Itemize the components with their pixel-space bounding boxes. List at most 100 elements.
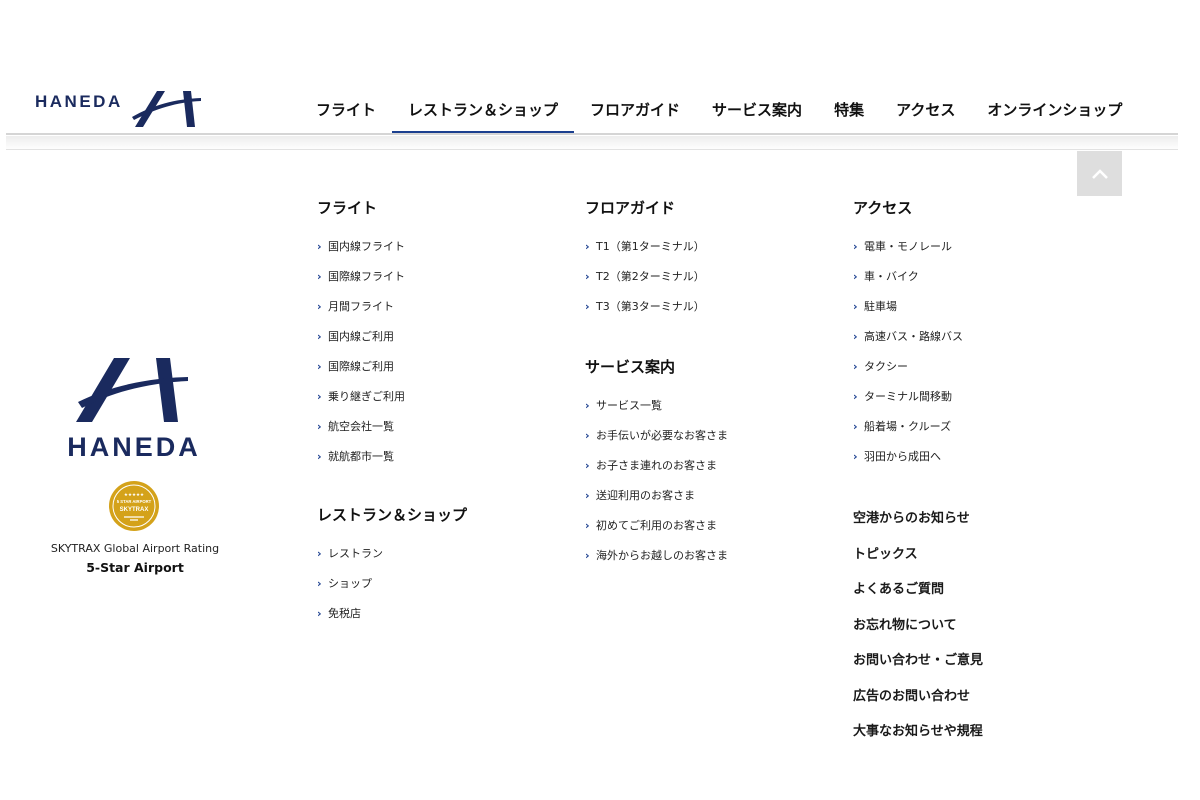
- access-heading[interactable]: アクセス: [853, 198, 983, 218]
- menu-col-flight: フライト › 国内線フライト › 国際線フライト › 月間フライト › 国内線ご利用 ›…: [317, 198, 467, 629]
- chevron-up-icon: [1091, 168, 1108, 179]
- svg-text:HANEDA: HANEDA: [35, 92, 123, 111]
- rating-caption: SKYTRAX Global Airport Rating: [50, 542, 220, 555]
- restaurant-link[interactable]: › レストラン: [317, 539, 467, 569]
- chevron-right-icon: ›: [585, 399, 590, 412]
- chevron-right-icon: ›: [853, 270, 858, 283]
- chevron-right-icon: ›: [317, 547, 322, 560]
- chevron-right-icon: ›: [585, 240, 590, 253]
- info-link-faq[interactable]: よくあるご質問: [853, 580, 983, 616]
- chevron-right-icon: ›: [853, 450, 858, 463]
- svg-text:5 STAR AIRPORT: 5 STAR AIRPORT: [117, 499, 152, 504]
- haneda-header-logo[interactable]: HANEDA: [35, 87, 205, 133]
- chevron-right-icon: ›: [853, 330, 858, 343]
- restaurant-link[interactable]: › ショップ: [317, 569, 467, 599]
- service-link[interactable]: › お子さま連れのお客さま: [585, 451, 728, 481]
- chevron-right-icon: ›: [853, 390, 858, 403]
- floor-link[interactable]: › T1（第1ターミナル）: [585, 232, 728, 262]
- nav-service[interactable]: サービス案内: [696, 84, 818, 134]
- flight-list: › 国内線フライト › 国際線フライト › 月間フライト › 国内線ご利用 › 国際線ご利…: [317, 232, 467, 472]
- info-link-advertising[interactable]: 広告のお問い合わせ: [853, 687, 983, 723]
- nav-access[interactable]: アクセス: [880, 84, 971, 134]
- chevron-right-icon: ›: [317, 450, 322, 463]
- service-link[interactable]: › 初めてご利用のお客さま: [585, 511, 728, 541]
- chevron-right-icon: ›: [585, 429, 590, 442]
- info-link-contact[interactable]: お問い合わせ・ご意見: [853, 651, 983, 687]
- floor-list: › T1（第1ターミナル） › T2（第2ターミナル） › T3（第3ターミナル）: [585, 232, 728, 322]
- floor-link[interactable]: › T3（第3ターミナル）: [585, 292, 728, 322]
- chevron-right-icon: ›: [317, 360, 322, 373]
- haneda-logo-mark-icon: HANEDA: [67, 358, 198, 462]
- chevron-right-icon: ›: [317, 240, 322, 253]
- chevron-right-icon: ›: [317, 607, 322, 620]
- chevron-right-icon: ›: [585, 270, 590, 283]
- flight-link[interactable]: › 月間フライト: [317, 292, 467, 322]
- svg-text:SKYTRAX: SKYTRAX: [120, 507, 149, 513]
- floor-link[interactable]: › T2（第2ターミナル）: [585, 262, 728, 292]
- chevron-right-icon: ›: [853, 420, 858, 433]
- service-list: › サービス一覧 › お手伝いが必要なお客さま › お子さま連れのお客さま › 送迎利用…: [585, 391, 728, 571]
- access-link[interactable]: › 羽田から成田へ: [853, 442, 983, 472]
- haneda-side-logo[interactable]: HANEDA: [52, 356, 217, 464]
- skytrax-badge: ★★★★★ 5 STAR AIRPORT SKYTRAX: [108, 480, 160, 536]
- chevron-right-icon: ›: [853, 300, 858, 313]
- skytrax-badge-icon: ★★★★★ 5 STAR AIRPORT SKYTRAX: [109, 481, 159, 531]
- chevron-right-icon: ›: [317, 270, 322, 283]
- chevron-right-icon: ›: [317, 330, 322, 343]
- chevron-right-icon: ›: [585, 549, 590, 562]
- access-link[interactable]: › 高速バス・路線バス: [853, 322, 983, 352]
- header-divider-bottom: [6, 149, 1178, 150]
- chevron-right-icon: ›: [585, 489, 590, 502]
- chevron-right-icon: ›: [317, 420, 322, 433]
- nav-flight[interactable]: フライト: [300, 84, 392, 134]
- header-shadow: [6, 136, 1178, 150]
- service-link[interactable]: › サービス一覧: [585, 391, 728, 421]
- nav-feature[interactable]: 特集: [818, 84, 880, 134]
- svg-text:★★★★★: ★★★★★: [124, 492, 145, 497]
- rating-title: 5-Star Airport: [86, 560, 184, 575]
- info-link-topics[interactable]: トピックス: [853, 545, 983, 581]
- chevron-right-icon: ›: [317, 390, 322, 403]
- chevron-right-icon: ›: [585, 300, 590, 313]
- access-link[interactable]: › 駐車場: [853, 292, 983, 322]
- main-nav: フライト レストラン＆ショップ フロアガイド サービス案内 特集 アクセス オン…: [300, 84, 1138, 134]
- service-link[interactable]: › 海外からお越しのお客さま: [585, 541, 728, 571]
- flight-link[interactable]: › 国内線ご利用: [317, 322, 467, 352]
- access-link[interactable]: › 車・バイク: [853, 262, 983, 292]
- access-link[interactable]: › 船着場・クルーズ: [853, 412, 983, 442]
- access-list: › 電車・モノレール › 車・バイク › 駐車場 › 高速バス・路線バス › タクシー ›…: [853, 232, 983, 472]
- scroll-top-button[interactable]: [1077, 151, 1122, 196]
- flight-link[interactable]: › 乗り継ぎご利用: [317, 382, 467, 412]
- nav-restaurant-shop[interactable]: レストラン＆ショップ: [392, 84, 575, 134]
- flight-link[interactable]: › 航空会社一覧: [317, 412, 467, 442]
- info-link-important-notices[interactable]: 大事なお知らせや規程: [853, 722, 983, 758]
- service-heading[interactable]: サービス案内: [585, 357, 728, 377]
- chevron-right-icon: ›: [317, 577, 322, 590]
- flight-link[interactable]: › 国際線ご利用: [317, 352, 467, 382]
- menu-col-floor-service: フロアガイド › T1（第1ターミナル） › T2（第2ターミナル） › T3（第3タ…: [585, 198, 728, 571]
- service-link[interactable]: › お手伝いが必要なお客さま: [585, 421, 728, 451]
- nav-online-shop[interactable]: オンラインショップ: [971, 84, 1138, 134]
- flight-link[interactable]: › 国際線フライト: [317, 262, 467, 292]
- info-link-lost-items[interactable]: お忘れ物について: [853, 616, 983, 652]
- flight-link[interactable]: › 就航都市一覧: [317, 442, 467, 472]
- chevron-right-icon: ›: [585, 519, 590, 532]
- service-link[interactable]: › 送迎利用のお客さま: [585, 481, 728, 511]
- chevron-right-icon: ›: [853, 360, 858, 373]
- access-link[interactable]: › 電車・モノレール: [853, 232, 983, 262]
- access-link[interactable]: › ターミナル間移動: [853, 382, 983, 412]
- restaurant-list: › レストラン › ショップ › 免税店: [317, 539, 467, 629]
- info-links: 空港からのお知らせ トピックス よくあるご質問 お忘れ物について お問い合わせ・…: [853, 509, 983, 758]
- haneda-logo-mark-icon: HANEDA: [35, 91, 201, 127]
- restaurant-link[interactable]: › 免税店: [317, 599, 467, 629]
- flight-link[interactable]: › 国内線フライト: [317, 232, 467, 262]
- chevron-right-icon: ›: [853, 240, 858, 253]
- restaurant-heading[interactable]: レストラン＆ショップ: [317, 505, 467, 525]
- nav-floor-guide[interactable]: フロアガイド: [574, 84, 696, 134]
- access-link[interactable]: › タクシー: [853, 352, 983, 382]
- flight-heading[interactable]: フライト: [317, 198, 467, 218]
- floor-heading[interactable]: フロアガイド: [585, 198, 728, 218]
- menu-col-access: アクセス › 電車・モノレール › 車・バイク › 駐車場 › 高速バス・路線バス › タ…: [853, 198, 983, 758]
- info-link-airport-news[interactable]: 空港からのお知らせ: [853, 509, 983, 545]
- chevron-right-icon: ›: [317, 300, 322, 313]
